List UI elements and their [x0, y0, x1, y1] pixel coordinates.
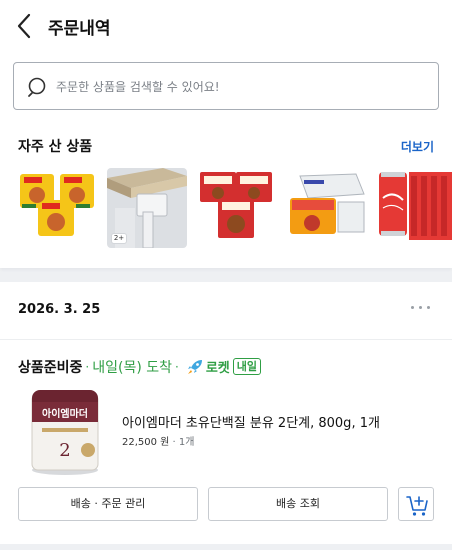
product-image[interactable]: 아이엠마더 2 [28, 386, 102, 476]
can-stage-number: 2 [59, 440, 70, 461]
status-separator: · [85, 359, 90, 374]
manage-order-button[interactable]: 배송 · 주문 관리 [18, 487, 198, 521]
rocket-tomorrow-badge: 내일 [232, 358, 262, 375]
delivery-eta: 내일(목) 도착 [92, 359, 173, 376]
order-date: 2026. 3. 25 [18, 302, 101, 317]
add-to-cart-button[interactable] [398, 487, 434, 521]
delivery-status-row: 상품준비중 · 내일(목) 도착 · 로켓 내일 [18, 356, 262, 376]
ramen-bundle-image [18, 168, 98, 248]
frequent-item-shelf-bracket[interactable]: 2+ [107, 168, 187, 248]
app-header: 주문내역 [0, 0, 452, 52]
product-price: 22,500 원 [122, 437, 170, 448]
nongshim-ramen-image [196, 168, 276, 248]
frequent-products-section: 자주 산 상품 더보기 2+ [0, 122, 452, 268]
more-link[interactable]: 더보기 [401, 138, 434, 155]
search-section: 주문한 상품을 검색할 수 있어요! [0, 52, 452, 122]
page-title: 주문내역 [48, 19, 111, 39]
eta-separator: · [175, 359, 179, 374]
coca-cola-image [375, 168, 452, 248]
more-horizontal-icon[interactable] [410, 302, 432, 312]
frequent-item-nongshim-ramen[interactable] [196, 168, 276, 248]
search-icon [28, 77, 46, 97]
rocket-icon [187, 359, 202, 374]
product-price-row: 22,500 원 · 1개 [122, 437, 195, 448]
product-name[interactable]: 아이엠마더 초유단백질 분유 2단계, 800g, 1개 [122, 412, 380, 431]
product-quantity: 1개 [178, 437, 195, 448]
can-brand-text: 아이엠마더 [42, 407, 88, 420]
rocket-label: 로켓 [205, 361, 230, 376]
order-card: 2026. 3. 25 상품준비중 · 내일(목) 도착 · 로켓 내일 아이엠마더 2… [0, 282, 452, 544]
search-placeholder: 주문한 상품을 검색할 수 있어요! [56, 80, 220, 94]
track-delivery-button[interactable]: 배송 조회 [208, 487, 388, 521]
order-status: 상품준비중 [18, 359, 83, 376]
divider [0, 339, 452, 340]
frequent-item-coca-cola[interactable] [375, 168, 452, 248]
search-input[interactable]: 주문한 상품을 검색할 수 있어요! [13, 62, 439, 110]
chevron-left-icon[interactable] [14, 12, 36, 40]
add-to-cart-icon [406, 496, 428, 516]
frequent-item-ramen-bundle[interactable] [18, 168, 98, 248]
samyang-ramen-image [286, 168, 366, 248]
frequent-products-title: 자주 산 상품 [18, 139, 93, 155]
frequent-item-samyang-ramen[interactable] [286, 168, 366, 248]
quantity-badge: 2+ [111, 233, 127, 244]
